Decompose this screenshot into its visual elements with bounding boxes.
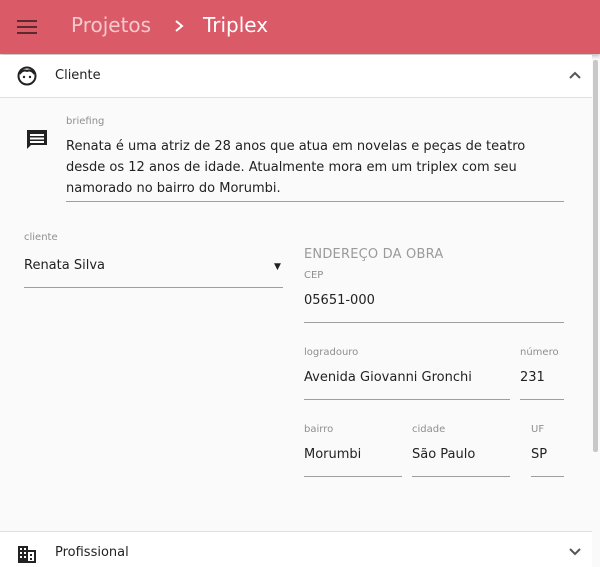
cidade-label: cidade: [412, 424, 446, 435]
logradouro-label: logradouro: [304, 347, 359, 358]
cliente-select[interactable]: Renata Silva: [24, 258, 284, 273]
cidade-underline: [412, 476, 510, 477]
panel-header-profissional[interactable]: Profissional: [0, 531, 592, 567]
panel-header-cliente[interactable]: Cliente: [0, 55, 592, 98]
section-title-endereco: ENDEREÇO DA OBRA: [304, 247, 444, 262]
business-icon: [18, 546, 36, 563]
menu-icon[interactable]: [17, 20, 37, 34]
uf-input[interactable]: SP: [531, 447, 547, 462]
uf-underline: [531, 476, 564, 477]
comment-icon: [27, 130, 47, 149]
bairro-input[interactable]: Morumbi: [304, 447, 361, 462]
numero-input[interactable]: 231: [520, 370, 545, 385]
cliente-underline: [24, 287, 283, 288]
bairro-underline: [304, 476, 402, 477]
scrollbar[interactable]: [593, 60, 598, 452]
logradouro-underline: [304, 399, 510, 400]
chevron-up-icon[interactable]: [568, 68, 582, 82]
breadcrumb-projetos[interactable]: Projetos: [71, 13, 151, 37]
uf-label: UF: [531, 424, 545, 435]
panel-title-cliente: Cliente: [55, 68, 101, 83]
numero-label: número: [520, 347, 559, 358]
briefing-label: briefing: [66, 116, 105, 127]
logradouro-input[interactable]: Avenida Giovanni Gronchi: [304, 370, 472, 385]
cep-input[interactable]: 05651-000: [304, 293, 375, 308]
cidade-input[interactable]: São Paulo: [412, 447, 475, 462]
cliente-label: cliente: [24, 232, 58, 243]
numero-underline: [520, 399, 564, 400]
breadcrumb-current: Triplex: [203, 13, 269, 37]
chevron-right-icon: [175, 20, 184, 32]
bairro-label: bairro: [304, 424, 334, 435]
cep-label: CEP: [304, 270, 324, 281]
briefing-field[interactable]: Renata é uma atriz de 28 anos que atua e…: [66, 136, 566, 199]
app-toolbar: Projetos Triplex: [0, 0, 600, 54]
briefing-underline: [66, 201, 564, 202]
dropdown-arrow-icon[interactable]: ▼: [274, 262, 281, 272]
cep-underline: [304, 322, 564, 323]
chevron-down-icon[interactable]: [568, 545, 582, 559]
face-icon: [17, 66, 37, 86]
panel-title-profissional: Profissional: [55, 545, 129, 560]
